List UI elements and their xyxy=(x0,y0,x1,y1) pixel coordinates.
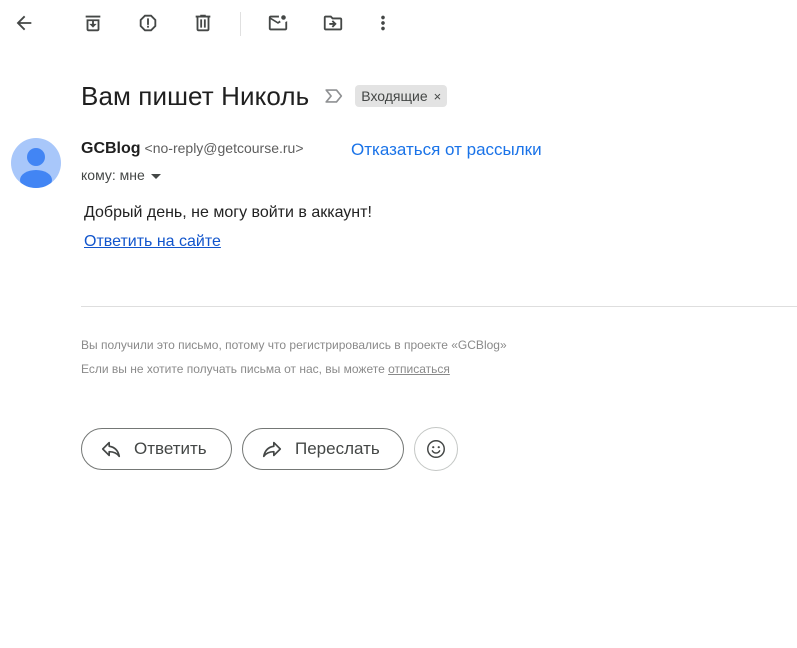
forward-button-label: Переслать xyxy=(295,439,380,458)
avatar[interactable] xyxy=(11,138,61,188)
more-vert-icon xyxy=(381,15,385,31)
reply-button[interactable]: Ответить xyxy=(81,428,232,470)
importance-marker-icon[interactable] xyxy=(323,85,345,107)
sender-name[interactable]: GCBlog xyxy=(81,140,141,158)
smiley-icon xyxy=(427,440,445,458)
unsubscribe-link[interactable]: Отказаться от рассылки xyxy=(351,140,542,160)
footer-notice: Вы получили это письмо, потому что регис… xyxy=(81,338,507,352)
show-details-caret-icon[interactable] xyxy=(150,173,161,179)
inbox-label-chip[interactable]: Входящие × xyxy=(355,85,448,107)
forward-button[interactable]: Переслать xyxy=(242,428,404,470)
remove-label-button[interactable]: × xyxy=(434,89,442,104)
more-options-button[interactable] xyxy=(366,6,400,40)
email-subject: Вам пишет Николь xyxy=(81,80,310,111)
delete-icon xyxy=(195,14,211,32)
reply-button-label: Ответить xyxy=(134,439,207,458)
back-arrow-icon xyxy=(16,15,32,31)
report-spam-button[interactable] xyxy=(131,6,165,40)
footer-unsubscribe-notice: Если вы не хотите получать письма от нас… xyxy=(81,362,450,376)
person-icon xyxy=(20,148,52,188)
forward-icon xyxy=(262,441,282,458)
mark-unread-button[interactable] xyxy=(261,6,295,40)
mark-unread-icon xyxy=(268,15,288,31)
toolbar-divider xyxy=(240,12,241,36)
archive-button[interactable] xyxy=(76,6,110,40)
label-chip-text: Входящие xyxy=(361,88,428,104)
message-toolbar xyxy=(0,0,797,46)
delete-button[interactable] xyxy=(186,6,220,40)
reply-on-site-link[interactable]: Ответить на сайте xyxy=(84,233,221,251)
reply-icon xyxy=(101,441,121,458)
footer-unsubscribe-text: Если вы не хотите получать письма от нас… xyxy=(81,362,389,376)
body-divider xyxy=(81,306,797,307)
move-to-icon xyxy=(323,15,343,31)
back-button[interactable] xyxy=(7,6,41,40)
archive-icon xyxy=(85,15,101,32)
subject-row: Вам пишет Николь Входящие × xyxy=(81,80,448,112)
emoji-reaction-button[interactable] xyxy=(414,427,458,471)
report-spam-icon xyxy=(139,14,157,32)
move-to-button[interactable] xyxy=(316,6,350,40)
sender-line: GCBlog <no-reply@getcourse.ru> xyxy=(81,140,304,162)
recipients-line: кому: мне xyxy=(81,166,161,184)
sender-email: <no-reply@getcourse.ru> xyxy=(144,140,304,156)
message-body-text: Добрый день, не могу войти в аккаунт! xyxy=(84,204,372,221)
recipients-text: кому: мне xyxy=(81,167,145,183)
email-view: Вам пишет Николь Входящие × GCBlog <no-r… xyxy=(0,0,797,648)
footer-unsubscribe-link[interactable]: отписаться xyxy=(388,362,450,376)
